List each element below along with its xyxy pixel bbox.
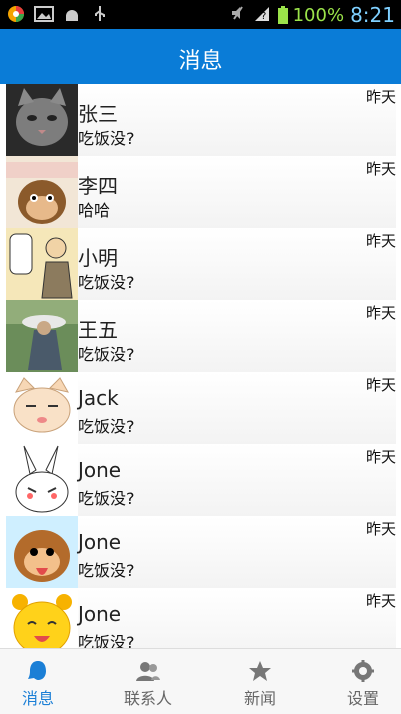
person-photo-avatar bbox=[6, 300, 78, 372]
comic-character-avatar bbox=[6, 228, 78, 300]
message-time: 昨天 bbox=[365, 88, 396, 106]
battery-level: 100% bbox=[292, 4, 345, 26]
tab-label: 设置 bbox=[346, 689, 379, 708]
message-preview: 哈哈 bbox=[78, 201, 111, 220]
status-system: ? 100% 8:21 bbox=[229, 3, 395, 27]
signal-icon: ? bbox=[253, 4, 271, 27]
battery-indicator: 100% bbox=[277, 5, 344, 26]
svg-text:?: ? bbox=[261, 11, 266, 22]
app-notification-icon bbox=[6, 4, 26, 24]
yellow-bear-cartoon-avatar bbox=[6, 588, 78, 648]
message-preview: 吃饭没? bbox=[78, 633, 135, 648]
avatar bbox=[6, 588, 78, 648]
monkey-tongue-cartoon-avatar bbox=[6, 516, 78, 588]
message-time: 昨天 bbox=[365, 232, 396, 250]
android-icon bbox=[62, 4, 82, 24]
tab-contacts[interactable]: 联系人 bbox=[98, 649, 198, 714]
mute-icon bbox=[229, 4, 247, 27]
message-time: 昨天 bbox=[365, 304, 396, 322]
list-item[interactable]: 王五 吃饭没? 昨天 bbox=[6, 300, 396, 373]
cat-photo-avatar bbox=[6, 84, 78, 156]
usb-icon bbox=[90, 4, 110, 24]
message-time: 昨天 bbox=[365, 592, 396, 610]
contact-name: 王五 bbox=[78, 318, 118, 342]
message-time: 昨天 bbox=[365, 448, 396, 466]
page-title: 消息 bbox=[178, 49, 223, 74]
list-item[interactable]: Jone 吃饭没? 昨天 bbox=[6, 444, 396, 517]
status-bar: ? 100% 8:21 bbox=[0, 0, 401, 29]
message-preview: 吃饭没? bbox=[78, 561, 135, 580]
list-item[interactable]: Jack 吃饭没? 昨天 bbox=[6, 372, 396, 445]
avatar bbox=[6, 444, 78, 516]
tab-news[interactable]: 新闻 bbox=[210, 649, 310, 714]
list-item[interactable]: Jone 吃饭没? 昨天 bbox=[6, 516, 396, 589]
message-preview: 吃饭没? bbox=[78, 345, 135, 364]
settings-icon bbox=[351, 659, 375, 687]
avatar bbox=[6, 228, 78, 300]
news-icon bbox=[247, 659, 273, 687]
bottom-tab-bar: 消息 联系人 新闻 设置 bbox=[0, 648, 401, 714]
message-preview: 吃饭没? bbox=[78, 273, 135, 292]
tab-messages[interactable]: 消息 bbox=[0, 649, 88, 714]
list-item[interactable]: 张三 吃饭没? 昨天 bbox=[6, 84, 396, 157]
message-time: 昨天 bbox=[365, 160, 396, 178]
list-item[interactable]: 小明 吃饭没? 昨天 bbox=[6, 228, 396, 301]
contact-name: Jone bbox=[78, 602, 122, 626]
avatar bbox=[6, 156, 78, 228]
message-preview: 吃饭没? bbox=[78, 129, 135, 148]
message-preview: 吃饭没? bbox=[78, 489, 135, 508]
contact-name: 张三 bbox=[78, 102, 118, 126]
contact-name: Jack bbox=[78, 386, 119, 410]
contacts-icon bbox=[135, 659, 161, 687]
avatar bbox=[6, 372, 78, 444]
tab-settings[interactable]: 设置 bbox=[313, 649, 401, 714]
image-notification-icon bbox=[34, 4, 54, 24]
message-time: 昨天 bbox=[365, 376, 396, 394]
monkey-cartoon-avatar bbox=[6, 156, 78, 228]
avatar bbox=[6, 516, 78, 588]
tab-label: 消息 bbox=[21, 689, 54, 708]
message-time: 昨天 bbox=[365, 520, 396, 538]
contact-name: 李四 bbox=[78, 174, 118, 198]
list-item[interactable]: Jone 吃饭没? 昨天 bbox=[6, 588, 396, 648]
chat-icon bbox=[27, 659, 49, 687]
title-bar: 消息 bbox=[0, 29, 401, 84]
tab-label: 联系人 bbox=[123, 689, 172, 708]
cat-cartoon-avatar bbox=[6, 372, 78, 444]
avatar bbox=[6, 300, 78, 372]
contact-name: 小明 bbox=[78, 246, 118, 270]
list-item[interactable]: 李四 哈哈 昨天 bbox=[6, 156, 396, 229]
battery-icon bbox=[277, 6, 288, 24]
status-notifications bbox=[6, 4, 110, 24]
contact-name: Jone bbox=[78, 530, 122, 554]
clock: 8:21 bbox=[350, 3, 395, 27]
rabbit-cartoon-avatar bbox=[6, 444, 78, 516]
contact-name: Jone bbox=[78, 458, 122, 482]
tab-label: 新闻 bbox=[243, 689, 276, 708]
message-preview: 吃饭没? bbox=[78, 417, 135, 436]
message-list[interactable]: 张三 吃饭没? 昨天 李四 哈哈 昨天 小明 吃饭没? 昨天 王五 吃饭没? 昨… bbox=[0, 84, 401, 648]
avatar bbox=[6, 84, 78, 156]
